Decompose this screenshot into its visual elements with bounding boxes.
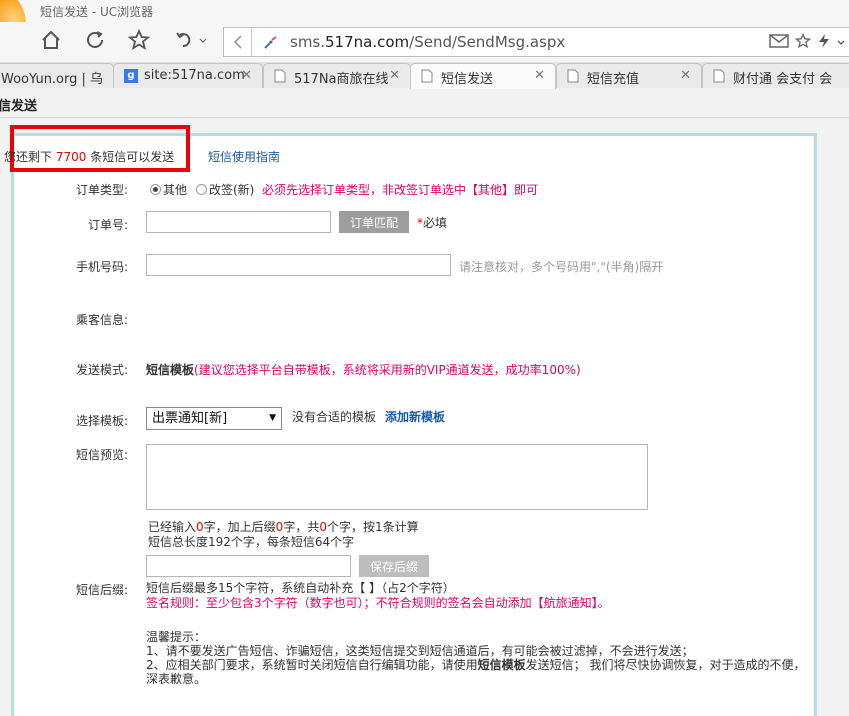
tab-strip: WooYun.org | 乌 g site:517na.com ✕ 517Na商… — [0, 62, 849, 89]
close-tab-icon[interactable]: ✕ — [534, 68, 545, 83]
address-bar[interactable]: sms.517na.com/Send/SendMsg.aspx — [223, 27, 849, 57]
order-type-label: 订单类型: — [75, 183, 128, 197]
phone-hint: 请注意核对，多个号码用","(半角)隔开 — [459, 260, 664, 274]
sms-length-line: 短信总长度192个字，每条短信64个字 — [148, 535, 355, 549]
back-arrow-icon[interactable] — [224, 28, 252, 56]
no-template-text: 没有合适的模板 — [292, 410, 377, 424]
required-mark: *必填 — [417, 216, 448, 230]
tip-2: 2、应相关部门要求，系统暂时关闭短信自行编辑功能，请使用短信模板发送短信； 我们… — [146, 658, 806, 672]
close-tab-icon[interactable]: ✕ — [389, 68, 400, 83]
sms-suffix-input[interactable] — [146, 555, 351, 577]
save-suffix-button[interactable]: 保存后缀 — [359, 555, 429, 577]
tab-google-search[interactable]: g site:517na.com ✕ — [113, 63, 263, 88]
page-favicon-icon — [421, 69, 435, 83]
page-heading-bar: 信发送 — [0, 89, 849, 118]
sms-preview-label: 短信预览: — [75, 448, 128, 462]
tip-2-end: 深表歉意。 — [146, 672, 207, 686]
speed-bolt-icon[interactable] — [817, 33, 831, 52]
google-favicon-icon: g — [124, 69, 138, 83]
passenger-info-label: 乘客信息: — [75, 313, 128, 327]
tab-tenpay[interactable]: 财付通 会支付 会 — [702, 63, 849, 88]
bookmark-star-icon[interactable] — [126, 27, 152, 53]
radio-icon — [196, 184, 207, 195]
phone-input[interactable] — [146, 254, 451, 276]
dropdown-arrow-icon: ▼ — [269, 413, 276, 423]
browser-toolbar: sms.517na.com/Send/SendMsg.aspx — [0, 22, 849, 62]
remaining-sms-text: 您还剩下 7700 条短信可以发送 — [4, 150, 175, 164]
speed-dropdown-icon[interactable] — [837, 36, 845, 50]
close-tab-icon[interactable]: ✕ — [680, 68, 691, 83]
template-label: 选择模板: — [75, 414, 128, 428]
favorite-star-icon[interactable] — [794, 32, 812, 52]
refresh-icon[interactable] — [82, 27, 108, 53]
site-security-icon[interactable] — [262, 34, 280, 55]
mail-icon[interactable] — [769, 33, 789, 52]
radio-icon — [150, 184, 161, 195]
undo-close-tab-icon[interactable] — [172, 27, 212, 53]
home-icon[interactable] — [38, 27, 64, 53]
add-template-link[interactable]: 添加新模板 — [385, 408, 445, 425]
phone-label: 手机号码: — [75, 260, 128, 274]
title-bar: 短信发送 - UC浏览器 — [0, 0, 849, 56]
page-heading: 信发送 — [0, 99, 38, 114]
template-select[interactable]: 出票通知[新] ▼ — [146, 407, 282, 430]
page-favicon-icon — [567, 69, 581, 83]
order-number-input[interactable] — [146, 211, 331, 233]
order-match-button[interactable]: 订单匹配 — [339, 211, 409, 233]
sms-preview-textarea[interactable] — [146, 444, 648, 510]
send-mode-value: 短信模板(建议您选择平台自带模板，系统将采用新的VIP通道发送，成功率100%) — [146, 363, 581, 377]
sms-guide-link[interactable]: 短信使用指南 — [208, 148, 280, 165]
order-number-label: 订单号: — [87, 218, 128, 232]
tab-wooyun[interactable]: WooYun.org | 乌 — [0, 63, 114, 88]
remaining-count: 7700 — [55, 150, 87, 164]
page-favicon-icon — [713, 69, 727, 83]
sign-rule: 签名规则：至少包含3个字符（数字也可）；不符合规则的签名会自动添加【航旅通知】。 — [146, 596, 610, 610]
window-title: 短信发送 - UC浏览器 — [40, 5, 154, 19]
order-type-radio-change[interactable]: 改签(新) — [196, 181, 254, 198]
tab-517na[interactable]: 517Na商旅在线 ✕ — [263, 63, 411, 88]
close-tab-icon[interactable]: ✕ — [241, 68, 252, 83]
tab-sms-send[interactable]: 短信发送 ✕ — [410, 63, 556, 89]
page-favicon-icon — [274, 69, 288, 83]
sms-suffix-label: 短信后缀: — [75, 583, 128, 597]
order-type-note: 必须先选择订单类型，非改签订单选中【其他】即可 — [262, 183, 539, 197]
send-mode-label: 发送模式: — [75, 363, 128, 377]
url-text[interactable]: sms.517na.com/Send/SendMsg.aspx — [290, 33, 565, 51]
order-type-radio-other[interactable]: 其他 — [150, 181, 187, 198]
tab-sms-recharge[interactable]: 短信充值 ✕ — [556, 63, 702, 88]
